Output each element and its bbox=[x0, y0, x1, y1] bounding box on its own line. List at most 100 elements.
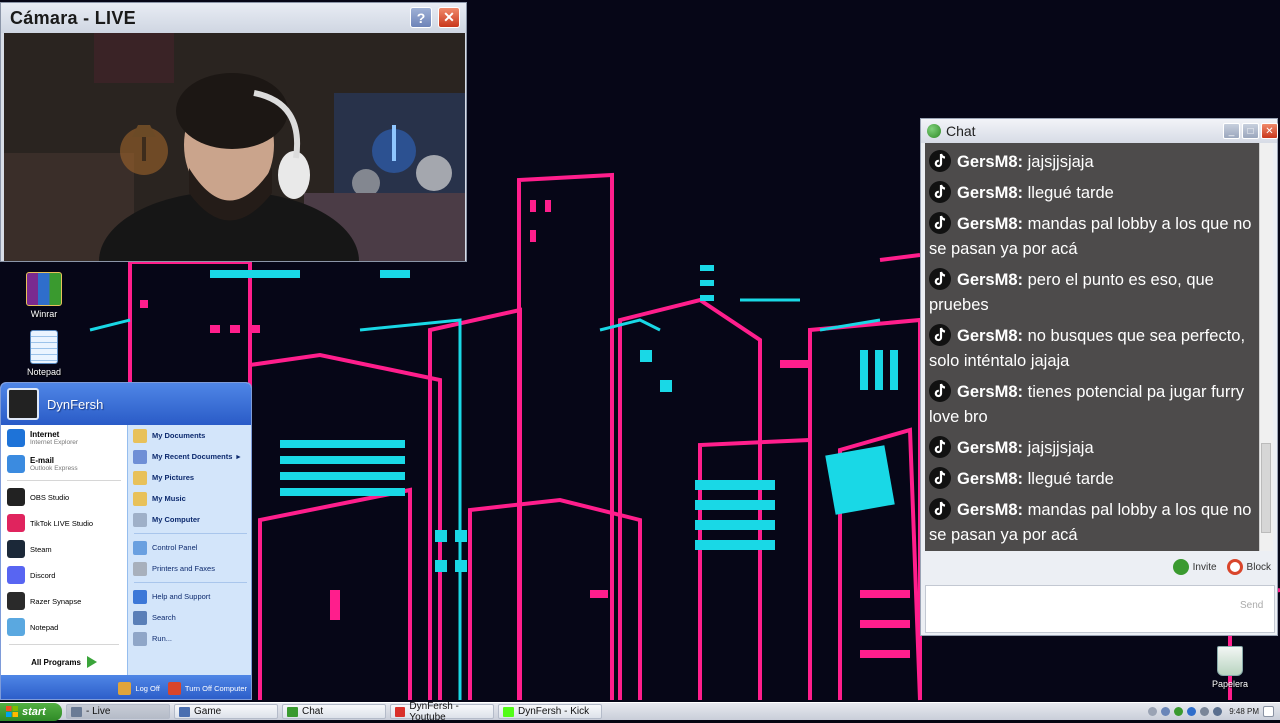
desktop-icon-recycle-bin[interactable]: Papelera bbox=[1200, 646, 1260, 689]
pictures-icon bbox=[133, 470, 147, 485]
places-item[interactable]: Printers and Faxes bbox=[128, 558, 251, 579]
start-label: start bbox=[22, 705, 46, 718]
start-menu-item[interactable]: E-mail Outlook Express bbox=[1, 451, 127, 477]
kick-icon bbox=[503, 706, 514, 717]
start-menu-item-subtitle: Internet Explorer bbox=[30, 439, 79, 446]
chat-username[interactable]: GersM8: bbox=[957, 271, 1023, 289]
start-menu-item-text: OBS Studio bbox=[30, 493, 69, 502]
tiktok-icon bbox=[929, 268, 951, 290]
chat-username[interactable]: GersM8: bbox=[957, 327, 1023, 345]
places-item[interactable]: My Music bbox=[128, 488, 251, 509]
chat-window: Chat _ □ ✕ GersM8: tienes potencial pa j… bbox=[920, 118, 1278, 636]
invite-button[interactable]: Invite bbox=[1172, 559, 1217, 575]
chat-username[interactable]: GersM8: bbox=[957, 501, 1023, 519]
block-label: Block bbox=[1246, 561, 1271, 573]
taskbar-button[interactable]: - Live bbox=[66, 704, 170, 719]
places-item[interactable]: Control Panel bbox=[128, 537, 251, 558]
places-item[interactable]: My Documents bbox=[128, 425, 251, 446]
start-menu-item[interactable]: Steam bbox=[1, 536, 127, 562]
tiktok-icon bbox=[929, 380, 951, 402]
desktop-icon-winrar[interactable]: Winrar bbox=[14, 272, 74, 319]
invite-label: Invite bbox=[1192, 561, 1217, 573]
all-programs-button[interactable]: All Programs bbox=[1, 649, 127, 675]
start-menu-footer: Log Off Turn Off Computer bbox=[1, 675, 251, 699]
taskbar-button[interactable]: DynFersh - Youtube bbox=[390, 701, 494, 723]
close-button[interactable]: ✕ bbox=[438, 7, 460, 28]
start-menu-item-title: Discord bbox=[30, 570, 56, 580]
notification-icon[interactable] bbox=[1263, 706, 1274, 717]
webcam-feed bbox=[4, 33, 465, 261]
taskbar-button[interactable]: DynFersh - Kick bbox=[498, 704, 602, 719]
chat-username[interactable]: GersM8: bbox=[957, 470, 1023, 488]
all-programs-label: All Programs bbox=[31, 657, 81, 667]
maximize-button[interactable]: □ bbox=[1242, 123, 1259, 139]
monitor-icon[interactable] bbox=[1213, 707, 1223, 716]
chat-log[interactable]: GersM8: tienes potencial pa jugar furry … bbox=[925, 143, 1259, 551]
taskbar-button-label: DynFersh - Kick bbox=[518, 706, 590, 717]
scrollbar-thumb[interactable] bbox=[1261, 443, 1271, 533]
log-off-icon bbox=[118, 681, 132, 695]
camera-titlebar[interactable]: Cámara - LIVE bbox=[1, 3, 466, 33]
help-button[interactable]: ? bbox=[410, 7, 432, 28]
start-menu-item-text: Notepad bbox=[30, 623, 58, 632]
minimize-button[interactable]: _ bbox=[1223, 123, 1240, 139]
chat-scrollbar[interactable] bbox=[1259, 143, 1273, 551]
places-item[interactable]: Run... bbox=[128, 628, 251, 649]
desktop-icon-notepad[interactable]: Notepad bbox=[14, 330, 74, 377]
start-menu-item[interactable]: Notepad bbox=[1, 614, 127, 640]
window-icon bbox=[71, 706, 82, 717]
taskbar-button[interactable]: Game bbox=[174, 704, 278, 719]
start-menu-item[interactable]: Discord bbox=[1, 562, 127, 588]
volume-icon[interactable] bbox=[1200, 707, 1210, 716]
game-icon bbox=[179, 706, 190, 717]
chat-username[interactable]: GersM8: bbox=[957, 439, 1023, 457]
taskbar-button[interactable]: Chat bbox=[282, 704, 386, 719]
shield-icon[interactable] bbox=[1174, 707, 1184, 716]
chat-input[interactable]: Send bbox=[925, 585, 1275, 633]
log-off-button[interactable]: Log Off bbox=[118, 681, 160, 695]
start-menu-item[interactable]: OBS Studio bbox=[1, 484, 127, 510]
desktop-icon-label: Notepad bbox=[26, 367, 62, 377]
menu-divider bbox=[9, 644, 119, 645]
chat-username[interactable]: GersM8: bbox=[957, 215, 1023, 233]
webcam-image bbox=[4, 33, 465, 261]
clock[interactable]: 9:48 PM bbox=[1229, 707, 1259, 716]
start-menu-item[interactable]: TikTok LIVE Studio bbox=[1, 510, 127, 536]
places-item[interactable]: My Pictures bbox=[128, 467, 251, 488]
chat-message: GersM8: jajsjjsjaja bbox=[925, 433, 1259, 464]
places-item[interactable]: My Computer bbox=[128, 509, 251, 530]
start-menu-item[interactable]: Internet Internet Explorer bbox=[1, 425, 127, 451]
places-item-label: My Computer bbox=[152, 515, 200, 524]
chat-username[interactable]: GersM8: bbox=[957, 383, 1023, 401]
task-list: - Live Game Chat DynFersh - Youtube DynFersh… bbox=[62, 701, 602, 723]
start-menu-item[interactable]: Razer Synapse bbox=[1, 588, 127, 614]
winrar-icon bbox=[26, 272, 62, 306]
send-button[interactable]: Send bbox=[1240, 600, 1263, 611]
chat-username[interactable]: GersM8: bbox=[957, 184, 1023, 202]
places-list: My Documents My Recent Documents ▸ My Pictu… bbox=[127, 425, 251, 675]
start-menu-item-title: Notepad bbox=[30, 622, 59, 632]
chat-message: GersM8: no busques que sea perfecto, sol… bbox=[925, 321, 1259, 377]
places-item[interactable]: Search bbox=[128, 607, 251, 628]
pinned-programs: Internet Internet Explorer E-mail Outlook E… bbox=[1, 425, 127, 675]
start-button[interactable]: start bbox=[0, 702, 62, 721]
chat-message: GersM8: mandas pal lobby a los que no se… bbox=[925, 209, 1259, 265]
network-icon[interactable] bbox=[1161, 707, 1171, 716]
close-button[interactable]: ✕ bbox=[1261, 123, 1278, 139]
desktop-icon-label: Winrar bbox=[30, 309, 58, 319]
tiktok-icon bbox=[929, 467, 951, 489]
tiktok-icon bbox=[929, 150, 951, 172]
chat-username[interactable]: GersM8: bbox=[957, 153, 1023, 171]
block-button[interactable]: Block bbox=[1226, 559, 1271, 575]
chat-message: GersM8: tienes potencial pa jugar furry … bbox=[925, 377, 1259, 433]
places-item[interactable]: Help and Support bbox=[128, 586, 251, 607]
places-item[interactable]: My Recent Documents ▸ bbox=[128, 446, 251, 467]
places-item-label: My Music bbox=[152, 494, 186, 503]
turn-off-button[interactable]: Turn Off Computer bbox=[167, 681, 247, 695]
recent-documents-icon bbox=[133, 449, 147, 464]
chat-message-text: llegué tarde bbox=[1027, 184, 1114, 202]
tiktok-icon bbox=[929, 498, 951, 520]
notepad-icon bbox=[7, 618, 25, 636]
bluetooth-icon[interactable] bbox=[1187, 707, 1197, 716]
start-menu-item-title: Steam bbox=[30, 544, 52, 554]
